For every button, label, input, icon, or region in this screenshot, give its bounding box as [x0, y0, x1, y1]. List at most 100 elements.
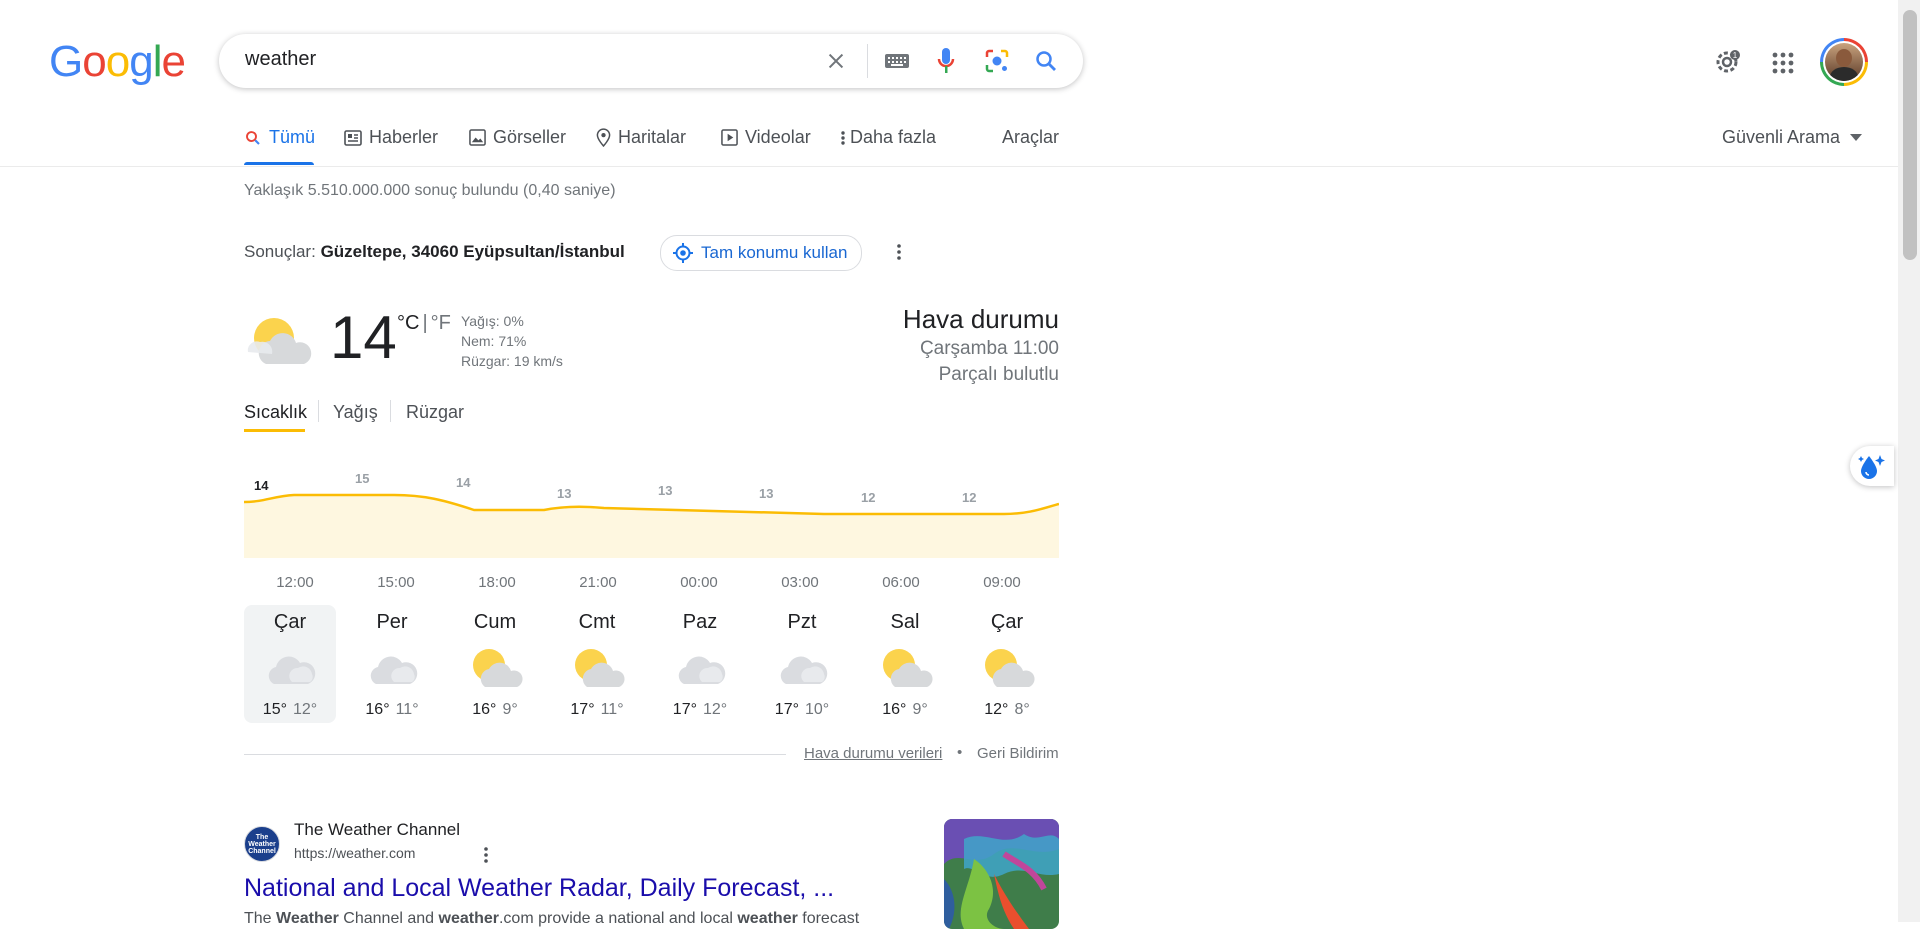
day-high-temp: 15° — [262, 701, 287, 718]
cloudy-icon — [756, 642, 848, 694]
result-more-icon[interactable] — [480, 846, 492, 864]
day-low-temp: 12° — [293, 701, 318, 718]
day-name: Çar — [273, 611, 307, 633]
weather-time: Çarşamba 11:00 — [919, 338, 1059, 359]
tab-news[interactable]: Haberler — [344, 127, 438, 148]
tab-more[interactable]: Daha fazla — [840, 127, 936, 148]
tab-tools[interactable]: Araçlar — [1002, 127, 1059, 148]
result-url: https://weather.com — [294, 845, 416, 861]
day-temps: 17° 11° — [551, 701, 643, 719]
side-panel-button[interactable] — [1850, 446, 1894, 486]
day-low-temp: 9° — [912, 701, 928, 718]
partly-cloudy-icon — [551, 642, 643, 694]
google-logo[interactable]: Google — [49, 40, 186, 84]
location-place: Güzeltepe, 34060 Eyüpsultan/İstanbul — [320, 242, 625, 261]
settings-icon[interactable]: 1 — [1713, 47, 1743, 77]
weather-footer-divider — [244, 754, 786, 755]
microphone-icon[interactable] — [934, 45, 958, 77]
news-icon — [344, 129, 362, 146]
search-divider — [867, 44, 868, 78]
hour-label: 03:00 — [781, 574, 819, 591]
weather-tab-indicator — [244, 429, 305, 432]
tab-videos[interactable]: Videolar — [721, 127, 811, 148]
tab-images[interactable]: Görseller — [469, 127, 566, 148]
temperature-area — [244, 495, 1059, 558]
account-avatar[interactable] — [1820, 38, 1868, 86]
tab-temperature[interactable]: Sıcaklık — [244, 402, 307, 423]
location-more-icon[interactable] — [896, 242, 902, 262]
result-thumbnail[interactable] — [944, 819, 1059, 929]
partly-cloudy-icon — [859, 642, 951, 694]
use-precise-location-button[interactable]: Tam konumu kullan — [660, 235, 863, 271]
forecast-day[interactable]: Cum 16° 9° — [449, 605, 541, 723]
apps-grid-icon[interactable] — [1769, 49, 1797, 77]
map-pin-icon — [596, 128, 611, 147]
tab-wind[interactable]: Rüzgar — [406, 402, 464, 423]
clear-icon[interactable] — [824, 49, 848, 73]
search-icon[interactable] — [1032, 47, 1060, 75]
hour-label: 15:00 — [377, 574, 415, 591]
tab-separator — [390, 400, 391, 422]
result-site-name: The Weather Channel — [294, 820, 461, 839]
forecast-day[interactable]: Çar 12° 8° — [961, 605, 1053, 723]
hour-label: 12:00 — [276, 574, 314, 591]
forecast-day[interactable]: Cmt 17° 11° — [551, 605, 643, 723]
forecast-day[interactable]: Çar 15° 12° — [244, 605, 336, 723]
result-stats: Yaklaşık 5.510.000.000 sonuç bulundu (0,… — [244, 182, 616, 199]
day-high-temp: 12° — [984, 701, 1009, 718]
footer-separator: • — [957, 744, 963, 761]
search-input[interactable]: weather — [245, 48, 316, 71]
day-name: Pzt — [787, 611, 817, 633]
hour-temp-label: 12 — [962, 490, 976, 505]
day-temps: 17° 10° — [756, 701, 848, 719]
day-name: Sal — [890, 611, 920, 633]
weather-condition: Parçalı bulutlu — [938, 364, 1059, 385]
partly-cloudy-icon — [244, 312, 318, 368]
weather-details: Yağış: 0% Nem: 71% Rüzgar: 19 km/s — [461, 311, 563, 371]
day-temps: 12° 8° — [961, 701, 1053, 719]
day-low-temp: 11° — [600, 701, 624, 718]
unit-celsius[interactable]: °C — [397, 312, 419, 334]
result-snippet: The Weather Channel and weather.com prov… — [244, 910, 860, 927]
day-low-temp: 9° — [502, 701, 518, 718]
day-name: Per — [376, 611, 408, 633]
keyboard-icon[interactable] — [883, 49, 911, 73]
tab-maps[interactable]: Haritalar — [596, 127, 686, 148]
images-icon — [469, 129, 486, 146]
google-lens-icon[interactable] — [983, 47, 1011, 75]
cloudy-icon — [346, 642, 438, 694]
more-vert-icon — [841, 130, 845, 145]
hour-label: 18:00 — [478, 574, 516, 591]
hour-label: 00:00 — [680, 574, 718, 591]
unit-toggle: °C | °F — [397, 312, 451, 334]
scrollbar-thumb[interactable] — [1903, 10, 1917, 260]
hour-temp-label: 12 — [861, 490, 875, 505]
forecast-day[interactable]: Per 16° 11° — [346, 605, 438, 723]
day-low-temp: 11° — [395, 701, 419, 718]
day-name: Cum — [473, 611, 517, 633]
day-high-temp: 17° — [570, 701, 595, 718]
location-line: Sonuçlar: Güzeltepe, 34060 Eyüpsultan/İs… — [244, 242, 625, 262]
result-title-link[interactable]: National and Local Weather Radar, Daily … — [244, 874, 834, 903]
dropdown-arrow-icon — [1850, 133, 1863, 141]
weather-channel-favicon: The Weather Channel — [244, 826, 280, 862]
svg-text:1: 1 — [1733, 51, 1738, 60]
tab-all[interactable]: Tümü — [244, 127, 315, 148]
tab-precipitation[interactable]: Yağış — [333, 402, 378, 423]
weather-subtitle: Çarşamba 11:00 Parçalı bulutlu — [830, 336, 1059, 388]
forecast-day[interactable]: Paz 17° 12° — [654, 605, 746, 723]
safe-search-dropdown[interactable]: Güvenli Arama — [1722, 127, 1863, 148]
location-target-icon — [673, 243, 693, 263]
unit-fahrenheit[interactable]: °F — [431, 312, 451, 334]
hour-label: 06:00 — [882, 574, 920, 591]
hour-temp-label: 14 — [456, 475, 471, 490]
feedback-link[interactable]: Geri Bildirim — [977, 745, 1059, 762]
forecast-day[interactable]: Pzt 17° 10° — [756, 605, 848, 723]
active-tab-indicator — [244, 162, 314, 165]
forecast-day[interactable]: Sal 16° 9° — [859, 605, 951, 723]
location-prefix: Sonuçlar: — [244, 242, 316, 261]
weather-data-link[interactable]: Hava durumu verileri — [804, 745, 942, 762]
wind-text: Rüzgar: 19 km/s — [461, 353, 563, 369]
hour-temp-label: 13 — [759, 486, 773, 501]
day-high-temp: 16° — [365, 701, 390, 718]
